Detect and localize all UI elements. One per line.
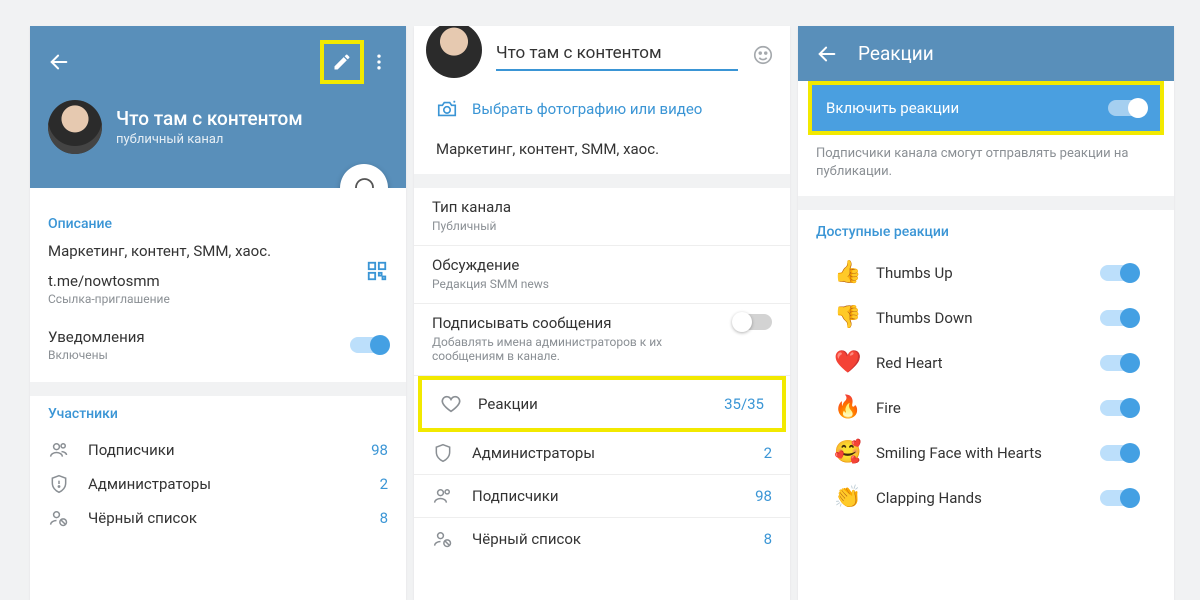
- section-title: Участники: [48, 406, 388, 422]
- invite-link-label: Ссылка-приглашение: [48, 292, 388, 306]
- page-title: Реакции: [858, 42, 934, 65]
- reaction-emoji: 👏: [834, 485, 860, 510]
- reaction-toggle[interactable]: [1100, 265, 1138, 281]
- notifications-toggle[interactable]: [350, 337, 388, 353]
- shield-icon: [432, 443, 454, 463]
- back-icon[interactable]: [48, 51, 70, 73]
- available-reactions-section: Доступные реакции 👍 Thumbs Up 👎 Thumbs D…: [798, 210, 1174, 534]
- admins-row[interactable]: Администраторы 2: [414, 432, 790, 475]
- reaction-row[interactable]: 🔥 Fire: [816, 385, 1156, 430]
- channel-header: Что там с контентом публичный канал: [30, 26, 406, 188]
- edit-icon[interactable]: [320, 40, 364, 84]
- blacklist-row[interactable]: Чёрный список 8: [48, 500, 388, 534]
- channel-name-input[interactable]: Что там с контентом: [496, 39, 738, 71]
- reactions-header: Реакции: [798, 26, 1174, 81]
- heart-icon: [440, 393, 462, 415]
- channel-description[interactable]: Маркетинг, контент, SMM, хаос.: [414, 134, 790, 174]
- channel-description: Маркетинг, контент, SMM, хаос.: [48, 242, 388, 260]
- subscribers-icon: [48, 440, 70, 460]
- channel-info-panel: Что там с контентом публичный канал Опис…: [30, 26, 406, 600]
- notifications-value: Включены: [48, 348, 145, 362]
- subscribers-row[interactable]: Подписчики 98: [48, 432, 388, 466]
- reaction-label: Smiling Face with Hearts: [876, 444, 1042, 462]
- more-icon[interactable]: [364, 52, 394, 72]
- reaction-label: Thumbs Up: [876, 264, 953, 282]
- reaction-toggle[interactable]: [1100, 400, 1138, 416]
- reaction-toggle[interactable]: [1100, 310, 1138, 326]
- reaction-emoji: 👍: [834, 260, 860, 285]
- reaction-emoji: 🔥: [834, 395, 860, 420]
- channel-type-row[interactable]: Тип канала Публичный: [414, 188, 790, 246]
- sign-messages-toggle[interactable]: [734, 314, 772, 330]
- enable-reactions-row[interactable]: Включить реакции: [812, 85, 1160, 131]
- shield-icon: [48, 474, 70, 494]
- channel-title: Что там с контентом: [116, 107, 303, 130]
- block-icon: [48, 508, 70, 528]
- qr-icon[interactable]: [366, 260, 388, 282]
- reaction-label: Fire: [876, 399, 901, 417]
- reactions-row-highlight: Реакции 35/35: [418, 376, 786, 432]
- section-title: Доступные реакции: [816, 224, 1156, 240]
- reaction-row[interactable]: 👏 Clapping Hands: [816, 475, 1156, 520]
- reaction-label: Thumbs Down: [876, 309, 972, 327]
- notifications-label: Уведомления: [48, 328, 145, 346]
- camera-icon: [436, 98, 458, 120]
- members-section: Участники Подписчики 98 Администраторы 2…: [30, 396, 406, 548]
- section-title: Описание: [48, 216, 388, 232]
- channel-avatar[interactable]: [426, 26, 482, 78]
- description-section: Описание Маркетинг, контент, SMM, хаос. …: [30, 188, 406, 382]
- reaction-emoji: ❤️: [834, 350, 860, 375]
- reaction-row[interactable]: 👎 Thumbs Down: [816, 295, 1156, 340]
- reaction-label: Clapping Hands: [876, 489, 982, 507]
- reaction-toggle[interactable]: [1100, 355, 1138, 371]
- reactions-settings-panel: Реакции Включить реакции Подписчики кана…: [798, 26, 1174, 600]
- reaction-emoji: 👎: [834, 305, 860, 330]
- channel-avatar[interactable]: [48, 100, 102, 154]
- channel-type-label: публичный канал: [116, 132, 303, 147]
- discussion-row[interactable]: Обсуждение Редакция SMM news: [414, 246, 790, 304]
- reaction-row[interactable]: 👍 Thumbs Up: [816, 250, 1156, 295]
- blacklist-row[interactable]: Чёрный список 8: [414, 518, 790, 560]
- admins-row[interactable]: Администраторы 2: [48, 466, 388, 500]
- reaction-toggle[interactable]: [1100, 490, 1138, 506]
- enable-reactions-highlight: Включить реакции: [808, 81, 1164, 135]
- reaction-label: Red Heart: [876, 354, 943, 372]
- choose-media-row[interactable]: Выбрать фотографию или видео: [414, 84, 790, 134]
- enable-reactions-toggle[interactable]: [1108, 100, 1146, 116]
- invite-link[interactable]: t.me/nowtosmm: [48, 272, 388, 290]
- reaction-row[interactable]: 🥰 Smiling Face with Hearts: [816, 430, 1156, 475]
- emoji-icon[interactable]: [752, 44, 774, 66]
- subscribers-row[interactable]: Подписчики 98: [414, 475, 790, 518]
- reactions-row[interactable]: Реакции 35/35: [422, 380, 782, 428]
- sign-messages-row[interactable]: Подписывать сообщения Добавлять имена ад…: [414, 304, 790, 376]
- subscribers-icon: [432, 486, 454, 506]
- channel-edit-panel: Что там с контентом Выбрать фотографию и…: [414, 26, 790, 600]
- block-icon: [432, 529, 454, 549]
- reaction-row[interactable]: ❤️ Red Heart: [816, 340, 1156, 385]
- back-icon[interactable]: [816, 43, 838, 65]
- reaction-emoji: 🥰: [834, 440, 860, 465]
- reactions-hint: Подписчики канала смогут отправлять реак…: [798, 135, 1174, 196]
- reaction-toggle[interactable]: [1100, 445, 1138, 461]
